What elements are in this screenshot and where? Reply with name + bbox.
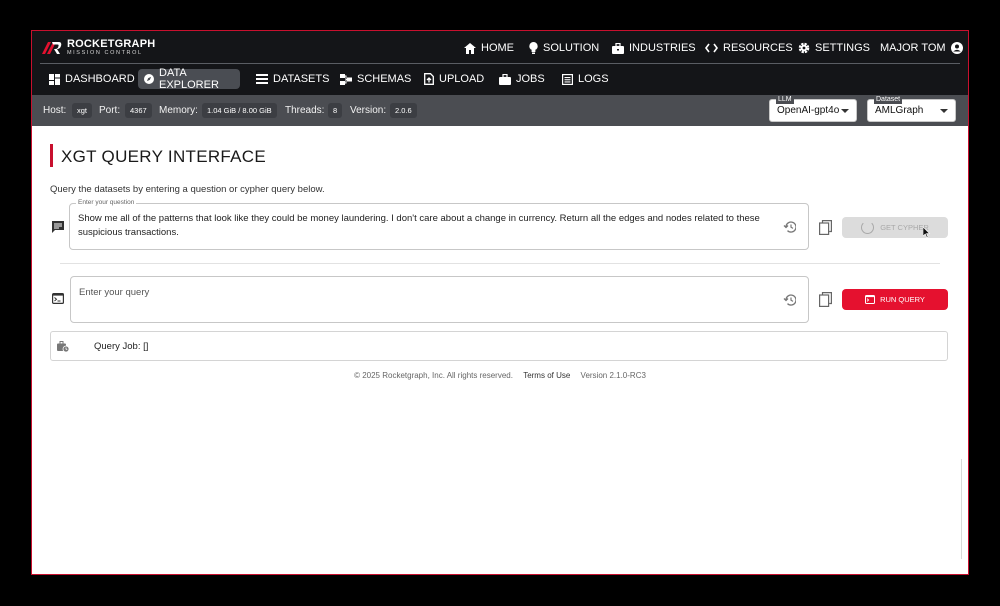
title-accent-bar bbox=[50, 144, 53, 167]
memory-value: 1.04 GiB / 8.00 GiB bbox=[202, 103, 277, 118]
query-field[interactable]: Enter your query bbox=[70, 276, 809, 323]
query-job-text: Query Job: [] bbox=[94, 341, 149, 352]
dataset-select-label: Dataset bbox=[874, 95, 903, 104]
version-value: 2.0.6 bbox=[390, 103, 417, 118]
logo[interactable]: ROCKETGRAPH MISSION CONTROL bbox=[42, 39, 155, 57]
subnav-jobs[interactable]: JOBS bbox=[493, 69, 551, 89]
question-input[interactable]: Show me all of the patterns that look li… bbox=[78, 212, 770, 240]
rocketgraph-logo-icon bbox=[42, 42, 62, 54]
code-brackets-icon bbox=[705, 43, 718, 53]
get-cypher-button[interactable]: GET CYPHER bbox=[842, 217, 948, 238]
history-icon[interactable] bbox=[783, 294, 796, 306]
dataset-select[interactable]: Dataset AMLGraph bbox=[867, 95, 956, 122]
nav-industries-label: INDUSTRIES bbox=[629, 42, 696, 54]
logs-icon bbox=[562, 73, 573, 85]
subnav-jobs-label: JOBS bbox=[516, 73, 545, 85]
logo-brand: ROCKETGRAPH bbox=[67, 38, 156, 51]
mouse-cursor-icon bbox=[923, 227, 931, 238]
terminal-icon bbox=[865, 295, 876, 304]
account-circle-icon bbox=[950, 42, 963, 54]
query-job-panel: Query Job: [] bbox=[50, 331, 948, 361]
subnav-schemas-label: SCHEMAS bbox=[357, 73, 412, 85]
host-label: Host: bbox=[43, 105, 67, 116]
footer-version: Version 2.1.0-RC3 bbox=[580, 371, 646, 380]
port-label: Port: bbox=[99, 105, 121, 116]
subnav-upload[interactable]: UPLOAD bbox=[418, 69, 490, 89]
briefcase-icon bbox=[499, 73, 511, 85]
llm-select[interactable]: LLM OpenAI-gpt4o bbox=[769, 95, 857, 122]
terminal-icon bbox=[52, 293, 64, 304]
nav-solution-label: SOLUTION bbox=[543, 42, 600, 54]
compass-icon bbox=[144, 74, 154, 84]
memory-label: Memory: bbox=[159, 105, 198, 116]
nav-settings[interactable]: SETTINGS bbox=[798, 40, 870, 56]
subnav-dashboard-label: DASHBOARD bbox=[65, 73, 135, 85]
nav-industries[interactable]: INDUSTRIES bbox=[612, 40, 696, 56]
chevron-down-icon bbox=[841, 109, 849, 113]
subnav-upload-label: UPLOAD bbox=[439, 73, 485, 85]
chat-icon bbox=[52, 221, 64, 233]
question-field[interactable]: Enter your question Show me all of the p… bbox=[69, 199, 809, 250]
subnav-logs-label: LOGS bbox=[578, 73, 609, 85]
nav-home[interactable]: HOME bbox=[464, 40, 514, 56]
query-input[interactable]: Enter your query bbox=[79, 287, 149, 298]
subnav-datasets[interactable]: DATASETS bbox=[250, 69, 335, 89]
subnav-schemas[interactable]: SCHEMAS bbox=[334, 69, 417, 89]
nav-resources-label: RESOURCES bbox=[723, 42, 793, 54]
header-divider bbox=[40, 63, 960, 64]
subnav-dashboard[interactable]: DASHBOARD bbox=[43, 69, 141, 89]
job-status-icon bbox=[57, 341, 69, 352]
top-header: ROCKETGRAPH MISSION CONTROL HOME SOLUTIO… bbox=[32, 31, 968, 95]
upload-file-icon bbox=[424, 73, 434, 85]
footer-copyright: © 2025 Rocketgraph, Inc. All rights rese… bbox=[354, 371, 513, 380]
host-value: xgt bbox=[72, 103, 93, 118]
llm-select-label: LLM bbox=[776, 95, 794, 104]
terms-of-use-link[interactable]: Terms of Use bbox=[523, 371, 570, 380]
subnav-data-explorer[interactable]: DATA EXPLORER bbox=[138, 67, 240, 91]
dashboard-icon bbox=[49, 73, 60, 85]
port-value: 4367 bbox=[125, 103, 152, 118]
section-divider bbox=[60, 263, 940, 264]
subnav-datasets-label: DATASETS bbox=[273, 73, 330, 85]
threads-label: Threads: bbox=[285, 105, 325, 116]
chevron-down-icon bbox=[940, 109, 948, 113]
briefcase-icon bbox=[612, 42, 624, 54]
subnav-data-explorer-label: DATA EXPLORER bbox=[159, 67, 219, 91]
gear-icon bbox=[798, 42, 810, 54]
copy-query-icon[interactable] bbox=[819, 292, 833, 308]
loading-spinner-icon bbox=[861, 221, 875, 234]
app-window: ROCKETGRAPH MISSION CONTROL HOME SOLUTIO… bbox=[31, 30, 969, 575]
dataset-select-value: AMLGraph bbox=[875, 105, 924, 116]
page-title: XGT QUERY INTERFACE bbox=[61, 147, 267, 166]
user-name: MAJOR TOM bbox=[880, 42, 946, 54]
lightbulb-icon bbox=[529, 42, 538, 54]
list-icon bbox=[256, 74, 268, 84]
nav-solution[interactable]: SOLUTION bbox=[529, 40, 599, 56]
subnav-logs[interactable]: LOGS bbox=[556, 69, 615, 89]
page-subtitle: Query the datasets by entering a questio… bbox=[50, 184, 325, 195]
history-icon[interactable] bbox=[783, 221, 796, 233]
threads-value: 8 bbox=[328, 103, 343, 118]
nav-resources[interactable]: RESOURCES bbox=[705, 40, 793, 56]
question-field-label: Enter your question bbox=[76, 199, 137, 207]
logo-subtitle: MISSION CONTROL bbox=[67, 50, 143, 57]
copy-question-icon[interactable] bbox=[819, 220, 833, 236]
nav-home-label: HOME bbox=[481, 42, 514, 54]
get-cypher-label: GET CYPHER bbox=[880, 223, 929, 232]
nav-settings-label: SETTINGS bbox=[815, 42, 871, 54]
home-icon bbox=[464, 42, 476, 54]
scrollbar[interactable] bbox=[961, 459, 962, 559]
version-label: Version: bbox=[350, 105, 387, 116]
run-query-button[interactable]: RUN QUERY bbox=[842, 289, 948, 310]
run-query-label: RUN QUERY bbox=[880, 295, 925, 304]
user-menu[interactable]: MAJOR TOM bbox=[880, 40, 968, 56]
footer: © 2025 Rocketgraph, Inc. All rights rese… bbox=[32, 371, 968, 380]
schema-icon bbox=[340, 73, 352, 85]
llm-select-value: OpenAI-gpt4o bbox=[777, 105, 840, 116]
